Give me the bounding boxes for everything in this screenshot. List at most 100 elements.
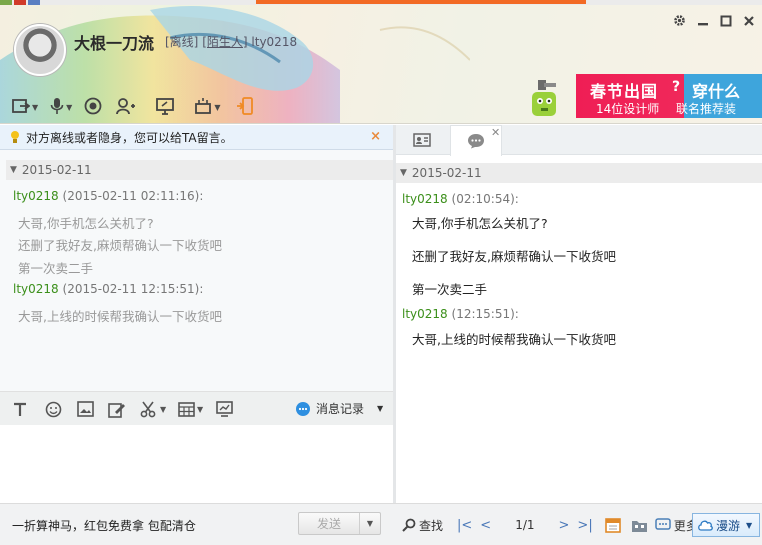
conversation-message: 还删了我好友,麻烦帮确认一下收货吧 bbox=[412, 249, 616, 264]
message-time: (02:10:54): bbox=[451, 192, 519, 206]
roam-label: 漫游 bbox=[716, 518, 741, 533]
ad-headline-2: 穿什么 bbox=[692, 82, 741, 101]
collapse-triangle-icon: ▼ bbox=[400, 168, 407, 178]
table-icon[interactable]: ▼ bbox=[178, 400, 203, 418]
send-button[interactable]: 发送 ▼ bbox=[298, 512, 381, 535]
promo-link[interactable]: 一折算神马，红包免费拿 包配清仓 bbox=[12, 517, 196, 534]
edit-icon[interactable] bbox=[108, 400, 126, 418]
video-call-icon bbox=[84, 97, 102, 118]
window-controls bbox=[672, 13, 756, 28]
side-tabs: ✕ bbox=[396, 125, 762, 156]
history-nav: 查找 |< < 1/1 > >| 更多 bbox=[402, 514, 698, 536]
maximize-icon[interactable] bbox=[718, 13, 733, 28]
history-date: 2015-02-11 bbox=[21, 163, 92, 177]
minimize-icon[interactable] bbox=[695, 13, 710, 28]
header-toolbar: ▼ ▼ ▼ bbox=[12, 96, 254, 118]
history-sender-line: lty0218 (2015-02-11 12:15:51): bbox=[13, 282, 203, 296]
screen-share-button[interactable] bbox=[156, 96, 175, 118]
scissors-icon[interactable]: ▼ bbox=[140, 400, 166, 418]
offline-notice: 对方离线或者隐身，您可以给TA留言。 × bbox=[0, 125, 393, 150]
sender-name[interactable]: lty0218 bbox=[402, 307, 448, 321]
send-options-dropdown[interactable]: ▼ bbox=[360, 519, 380, 528]
send-button-label: 发送 bbox=[316, 517, 341, 531]
screenshot-icon[interactable] bbox=[216, 400, 233, 418]
history-message: 第一次卖二手 bbox=[18, 261, 94, 276]
image-icon[interactable] bbox=[77, 400, 94, 418]
cloud-icon bbox=[698, 520, 713, 531]
message-record-label: 消息记录 bbox=[316, 402, 365, 416]
chat-bubble-icon bbox=[468, 134, 484, 149]
message-time: (2015-02-11 02:11:16): bbox=[62, 189, 204, 203]
conversation-sender-line: lty0218 (02:10:54): bbox=[402, 192, 519, 206]
screen-share-icon bbox=[156, 97, 175, 118]
file-transfer-icon bbox=[12, 98, 31, 117]
history-message: 大哥,上线的时候帮我确认一下收货吧 bbox=[18, 309, 222, 324]
sender-name[interactable]: lty0218 bbox=[13, 282, 59, 296]
sender-name[interactable]: lty0218 bbox=[13, 189, 59, 203]
message-record-button[interactable]: 消息记录 ▼ bbox=[295, 400, 383, 417]
conversation-message: 第一次卖二手 bbox=[412, 282, 488, 297]
page-indicator: 1/1 bbox=[515, 518, 535, 532]
conversation-date-header[interactable]: ▼ 2015-02-11 bbox=[396, 163, 762, 183]
folder-icon[interactable] bbox=[631, 518, 648, 533]
ad-headline: 春节出国 bbox=[590, 82, 659, 101]
contact-account: lty0218 bbox=[251, 35, 298, 49]
calendar-icon[interactable] bbox=[604, 517, 621, 533]
close-icon[interactable] bbox=[741, 13, 756, 28]
collapse-triangle-icon: ▼ bbox=[10, 165, 17, 175]
remote-assist-icon bbox=[194, 97, 212, 118]
phone-button[interactable] bbox=[236, 96, 254, 118]
remote-assist-button[interactable]: ▼ bbox=[194, 96, 220, 118]
find-label: 查找 bbox=[419, 518, 444, 533]
tab-close-icon[interactable]: ✕ bbox=[491, 126, 500, 139]
message-input-area[interactable] bbox=[0, 425, 393, 503]
voice-call-button[interactable]: ▼ bbox=[50, 96, 72, 118]
avatar[interactable] bbox=[14, 24, 66, 76]
find-button[interactable]: 查找 bbox=[402, 517, 443, 534]
history-sender-line: lty0218 (2015-02-11 02:11:16): bbox=[13, 189, 203, 203]
history-date-header[interactable]: ▼ 2015-02-11 bbox=[6, 160, 393, 180]
notice-text: 对方离线或者隐身，您可以给TA留言。 bbox=[26, 130, 233, 145]
search-icon bbox=[402, 518, 416, 532]
conversation-sender-line: lty0218 (12:15:51): bbox=[402, 307, 519, 321]
conversation-message: 大哥,上线的时候帮我确认一下收货吧 bbox=[412, 332, 616, 347]
online-status: [离线] bbox=[165, 35, 199, 49]
file-transfer-button[interactable]: ▼ bbox=[12, 96, 38, 118]
chat-bubble-icon bbox=[296, 401, 310, 416]
ad-banner[interactable]: 春节出国 ? 穿什么 14位设计师 联名推荐装 bbox=[576, 74, 762, 118]
relation-link[interactable]: [陌生人] bbox=[202, 35, 247, 49]
ad-subline: 14位设计师 bbox=[596, 102, 660, 116]
roam-button[interactable]: 漫游 ▼ bbox=[692, 513, 760, 537]
voice-call-icon bbox=[50, 97, 64, 118]
phone-icon bbox=[236, 96, 254, 118]
input-toolbar: ▼ ▼ 消息记录 ▼ bbox=[0, 391, 393, 425]
tab-profile[interactable] bbox=[396, 125, 448, 155]
lightbulb-icon bbox=[11, 131, 19, 143]
history-message: 大哥,你手机怎么关机了? bbox=[18, 216, 154, 231]
history-message: 还删了我好友,麻烦帮确认一下收货吧 bbox=[18, 238, 222, 253]
bottom-bar: 一折算神马，红包免费拿 包配清仓 发送 ▼ 查找 |< < 1/1 > >| 更… bbox=[0, 503, 762, 545]
add-friend-icon bbox=[116, 97, 136, 118]
emoji-icon[interactable] bbox=[45, 400, 62, 418]
font-icon[interactable] bbox=[12, 400, 28, 418]
more-icon bbox=[654, 518, 671, 530]
last-page-icon[interactable]: >| bbox=[577, 518, 592, 533]
notice-close-icon[interactable]: × bbox=[370, 129, 381, 144]
add-friend-button[interactable] bbox=[116, 96, 136, 118]
profile-card-icon bbox=[413, 133, 431, 147]
contact-nickname: 大根一刀流 bbox=[74, 34, 155, 53]
chat-header: 大根一刀流 [离线] [陌生人] lty0218 ▼ ▼ ▼ 春节出国 ? 穿什… bbox=[0, 0, 762, 124]
message-time: (12:15:51): bbox=[451, 307, 519, 321]
prev-page-icon[interactable]: < bbox=[480, 518, 491, 533]
ad-subline-2: 联名推荐装 bbox=[676, 102, 737, 116]
next-page-icon[interactable]: > bbox=[559, 518, 570, 533]
message-time: (2015-02-11 12:15:51): bbox=[62, 282, 204, 296]
mascot-icon[interactable] bbox=[530, 78, 558, 118]
gear-icon[interactable] bbox=[672, 13, 687, 28]
first-page-icon[interactable]: |< bbox=[457, 518, 472, 533]
ad-question-mark: ? bbox=[672, 79, 681, 95]
video-call-button[interactable] bbox=[84, 96, 102, 118]
conversation-message: 大哥,你手机怎么关机了? bbox=[412, 216, 548, 231]
sender-name[interactable]: lty0218 bbox=[402, 192, 448, 206]
contact-status-line: [离线] [陌生人] lty0218 bbox=[165, 33, 297, 50]
